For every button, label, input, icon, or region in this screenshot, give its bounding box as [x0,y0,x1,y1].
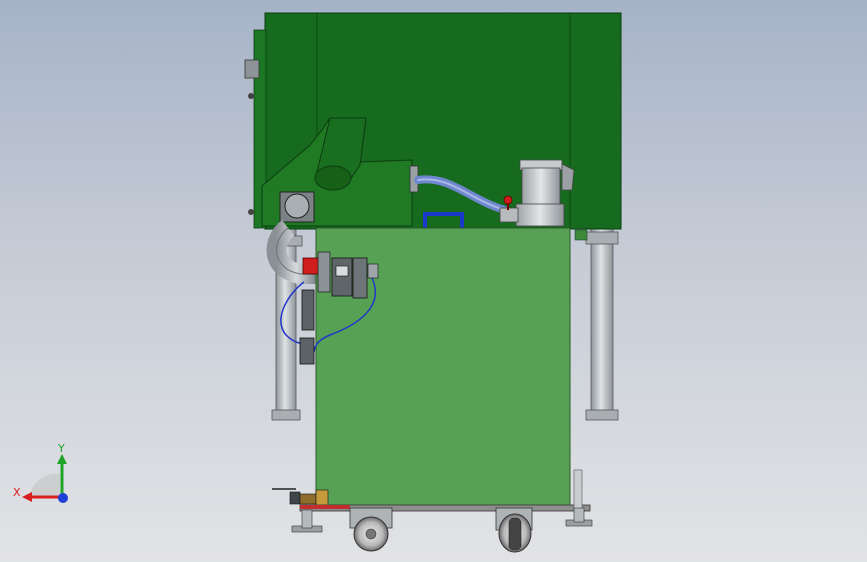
x-axis-label: X [13,486,21,499]
y-axis-arrow-icon [57,454,67,464]
x-axis-arrow-icon [22,492,32,502]
z-axis-dot-icon [58,493,68,503]
coordinate-triad: Y X [13,442,68,503]
caster-left [349,507,393,552]
triad-base-shape [30,473,60,496]
caster-right [495,507,533,553]
valve-red [503,195,513,205]
rear-leg-right [585,227,619,421]
machine-model [244,12,622,553]
cad-viewport[interactable]: Y X [0,0,867,562]
y-axis-label: Y [57,442,65,455]
drain-valve [272,488,329,507]
